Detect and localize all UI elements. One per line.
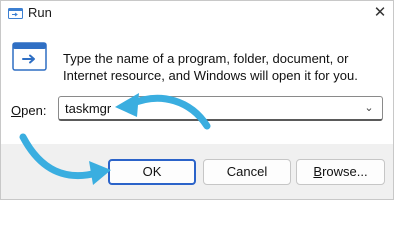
run-icon — [12, 42, 47, 71]
open-label-text: pen: — [21, 103, 47, 118]
close-icon[interactable]: ✕ — [371, 3, 389, 23]
run-dialog: Run ✕ Type the name of a program, folder… — [0, 0, 394, 200]
button-bar: OK Cancel Browse... — [1, 144, 393, 199]
open-label-accelerator: O — [11, 103, 22, 118]
open-label: Open: — [11, 103, 46, 118]
run-app-icon — [8, 8, 23, 19]
description-text: Type the name of a program, folder, docu… — [63, 51, 358, 83]
title-bar[interactable]: Run ✕ — [1, 1, 393, 29]
ok-button[interactable]: OK — [108, 159, 196, 185]
browse-accelerator: B — [313, 164, 323, 179]
chevron-down-icon[interactable]: ⌄ — [360, 99, 378, 117]
cancel-button[interactable]: Cancel — [203, 159, 291, 185]
window-title: Run — [28, 5, 52, 20]
browse-label: rowse... — [322, 164, 368, 179]
open-input-value[interactable]: taskmgr — [65, 101, 111, 116]
open-combobox[interactable]: taskmgr ⌄ — [58, 96, 383, 121]
browse-button[interactable]: Browse... — [296, 159, 385, 185]
